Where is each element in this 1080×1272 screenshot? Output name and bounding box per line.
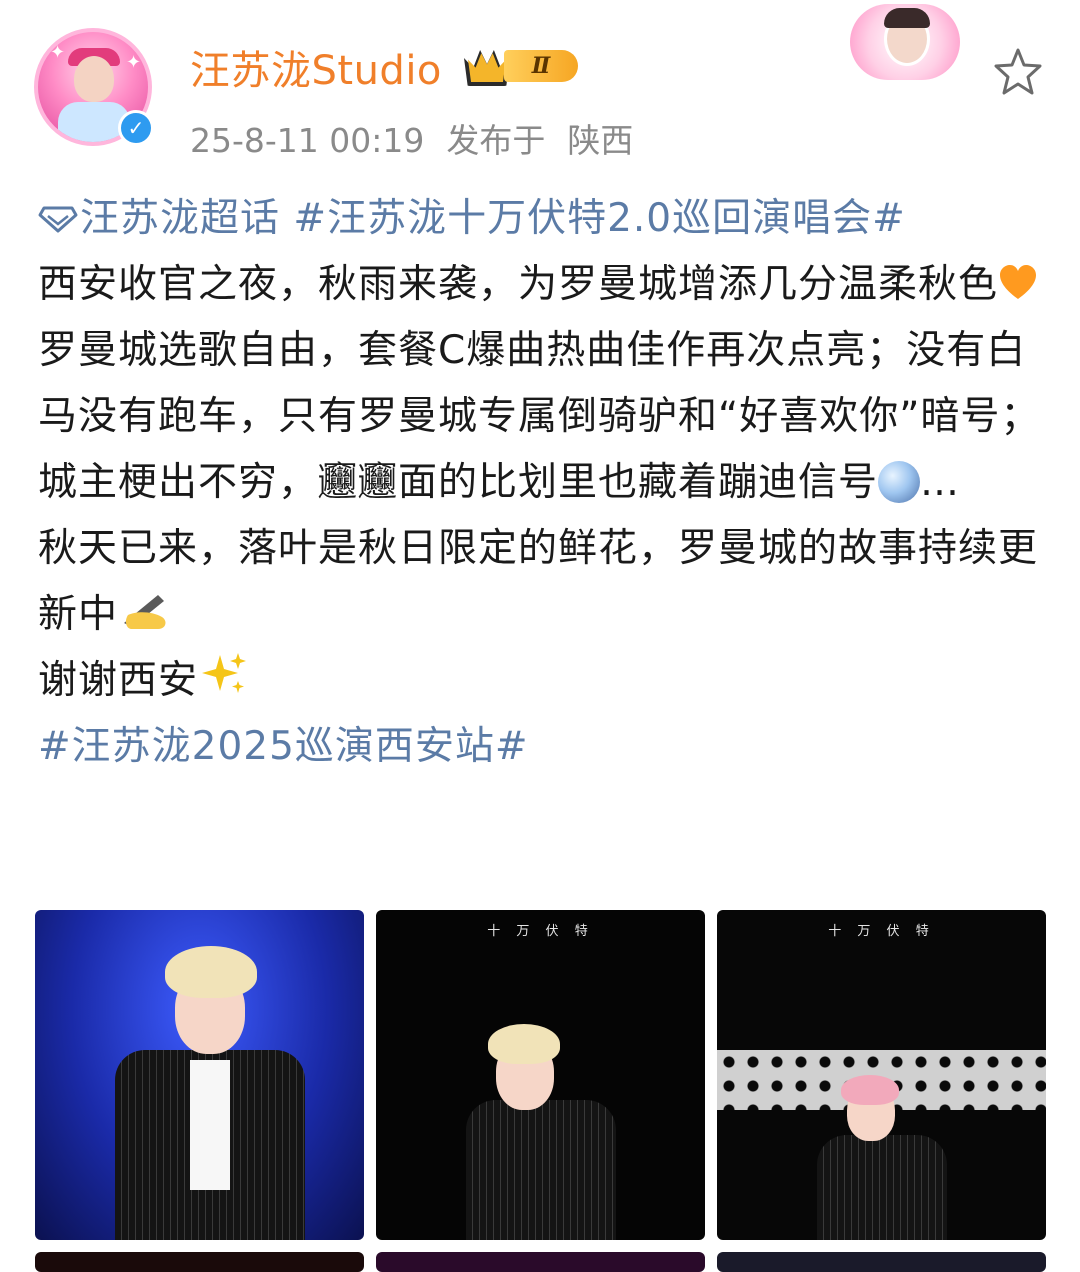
sparkles-icon (202, 653, 247, 693)
ellipsis: … (920, 460, 961, 505)
photo-1[interactable] (35, 910, 364, 1240)
verified-check-icon: ✓ (118, 110, 154, 146)
photo-4[interactable] (35, 1252, 364, 1272)
supertopic-link[interactable]: 汪苏泷超话 (38, 196, 293, 241)
favorite-button[interactable] (992, 46, 1044, 98)
performer-hair (841, 1075, 899, 1105)
photo-6[interactable] (717, 1252, 1046, 1272)
post-location: 陕西 (567, 121, 634, 160)
username[interactable]: 汪苏泷Studio (190, 38, 442, 96)
performer-shirt (190, 1060, 230, 1190)
writing-hand-icon (124, 595, 166, 629)
level-tag: Ⅱ (504, 50, 578, 82)
photo-5[interactable] (376, 1252, 705, 1272)
avatar[interactable]: ✦ ✦ ✓ (28, 22, 160, 154)
performer-hair (165, 946, 257, 998)
location-prefix: 发布于 (446, 121, 546, 160)
performer-suit (466, 1100, 616, 1240)
photo-grid: 十 万 伏 特 十 万 伏 特 (35, 910, 1047, 1272)
crown-gold-icon (468, 53, 506, 82)
stage-banner-text: 十 万 伏 特 (828, 924, 935, 939)
photo-2[interactable]: 十 万 伏 特 (376, 910, 705, 1240)
hashtag-xian-station[interactable]: #汪苏泷2025巡演西安站# (38, 724, 529, 769)
performer-hair (488, 1024, 560, 1064)
sparkle-icon: ✦ (50, 42, 66, 63)
content-line-1: 西安收官之夜，秋雨来袭，为罗曼城增添几分温柔秋色 (38, 262, 999, 307)
performer-figure (95, 930, 315, 1240)
profile-decoration (850, 4, 960, 80)
post-content: 汪苏泷超话 #汪苏泷十万伏特2.0巡回演唱会# 西安收官之夜，秋雨来袭，为罗曼城… (38, 186, 1050, 780)
post-header: ✦ ✦ ✓ 汪苏泷Studio Ⅱ 25-8-11 00:19 发布于 陕西 (0, 0, 1080, 170)
photo-3[interactable]: 十 万 伏 特 (717, 910, 1046, 1240)
avatar-face (74, 56, 114, 102)
sparkle-icon: ✦ (126, 52, 142, 73)
content-line-4: 谢谢西安 (38, 658, 199, 703)
content-line-3: 秋天已来，落叶是秋日限定的鲜花，罗曼城的故事持续更新中 (38, 526, 1039, 637)
performer-figure (797, 1075, 997, 1240)
stage-banner-text: 十 万 伏 特 (487, 924, 594, 939)
member-level-badge[interactable]: Ⅱ (464, 44, 582, 88)
post-meta: 25-8-11 00:19 发布于 陕西 (190, 114, 655, 162)
star-outline-icon (994, 48, 1042, 95)
performer-suit (817, 1135, 947, 1240)
hashtag-tour[interactable]: #汪苏泷十万伏特2.0巡回演唱会# (293, 196, 905, 241)
decoration-hair (884, 8, 930, 28)
orange-heart-icon (1000, 265, 1037, 299)
supertopic-label: 汪苏泷超话 (80, 196, 281, 241)
diamond-topic-icon (38, 206, 78, 233)
post-timestamp: 25-8-11 00:19 (190, 121, 425, 160)
performer-figure (456, 1020, 636, 1240)
disco-ball-icon (878, 461, 921, 503)
